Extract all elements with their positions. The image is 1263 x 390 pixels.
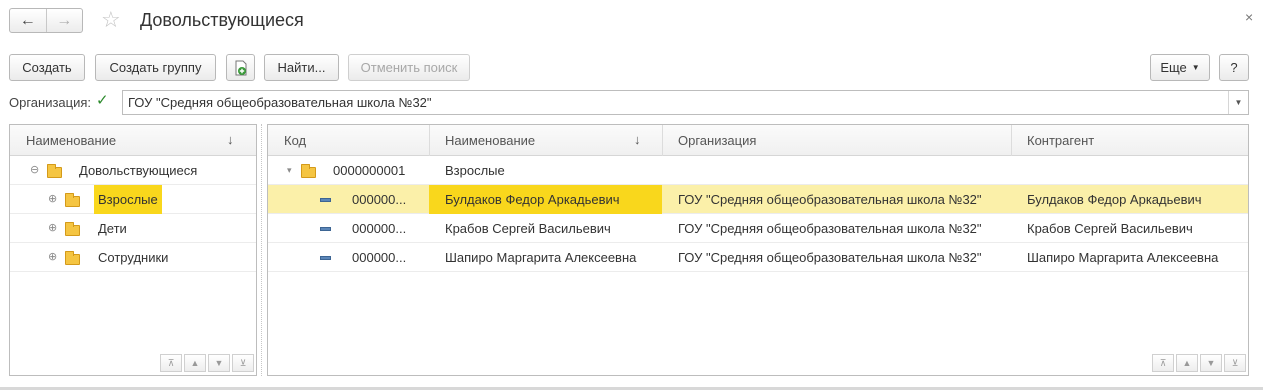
column-header-counterparty[interactable]: Контрагент [1011,125,1094,156]
item-icon [320,227,331,231]
counterparty-cell: Крабов Сергей Васильевич [1027,221,1193,236]
expand-icon[interactable]: ⊕ [48,185,57,214]
organization-cell: ГОУ "Средняя общеобразовательная школа №… [678,221,982,236]
code-cell: 000000... [352,221,407,236]
chevron-down-icon: ▼ [1191,63,1200,72]
create-button[interactable]: Создать [9,54,85,81]
favorite-star-icon[interactable]: ☆ [101,8,121,32]
scroll-last-icon[interactable]: ⊻ [1224,354,1246,372]
folder-icon [47,164,62,178]
item-icon [320,198,331,202]
sort-down-icon: ↓ [634,132,641,147]
tree-node-children[interactable]: ⊕ Дети [10,214,256,243]
expand-icon[interactable]: ⊕ [48,243,57,272]
tree-node-label: Сотрудники [98,250,169,265]
more-button[interactable]: Еще ▼ [1150,54,1210,81]
scroll-first-icon[interactable]: ⊼ [160,354,182,372]
name-cell: Взрослые [445,163,505,178]
name-cell: Крабов Сергей Васильевич [445,221,611,236]
page-title: Довольствующиеся [140,10,304,30]
list-scroll-nav: ⊼ ▲ ▼ ⊻ [1152,354,1246,372]
organization-field[interactable]: ГОУ "Средняя общеобразовательная школа №… [122,90,1249,115]
table-row[interactable]: 000000... Булдаков Федор Аркадьевич ГОУ … [268,185,1248,214]
code-cell: 000000... [352,250,407,265]
table-row[interactable]: 000000... Крабов Сергей Васильевич ГОУ "… [268,214,1248,243]
scroll-up-icon[interactable]: ▲ [1176,354,1198,372]
create-group-button[interactable]: Создать группу [95,54,216,81]
scroll-last-icon[interactable]: ⊻ [232,354,254,372]
scroll-down-icon[interactable]: ▼ [1200,354,1222,372]
tree-header-name[interactable]: Наименование [10,125,116,156]
organization-value: ГОУ "Средняя общеобразовательная школа №… [128,95,432,110]
items-list: Код Наименование ↓ Организация Контраген… [267,124,1249,376]
close-icon[interactable]: × [1245,9,1253,25]
more-label: Еще [1160,60,1187,75]
sort-down-icon: ↓ [227,132,234,147]
column-header-organization[interactable]: Организация [662,125,756,156]
tree-node-root[interactable]: ⊖ Довольствующиеся [10,156,256,185]
tree-node-staff[interactable]: ⊕ Сотрудники [10,243,256,272]
folder-icon [301,164,316,178]
code-cell: 000000... [352,192,407,207]
counterparty-cell: Шапиро Маргарита Алексеевна [1027,250,1219,265]
organization-filter-checkbox[interactable]: ✓ [96,93,111,109]
find-button[interactable]: Найти... [264,54,339,81]
tree-node-adults[interactable]: ⊕ Взрослые [10,185,256,214]
folder-icon [65,222,80,236]
tree-node-label: Дети [98,221,127,236]
cancel-search-button[interactable]: Отменить поиск [348,54,470,81]
collapse-icon[interactable]: ▾ [287,156,292,185]
organization-cell: ГОУ "Средняя общеобразовательная школа №… [678,192,982,207]
copy-button[interactable] [226,54,255,81]
tree-scroll-nav: ⊼ ▲ ▼ ⊻ [160,354,254,372]
item-icon [320,256,331,260]
collapse-icon[interactable]: ⊖ [30,156,39,185]
group-row[interactable]: ▾ 0000000001 Взрослые [268,156,1248,185]
counterparty-cell: Булдаков Федор Аркадьевич [1027,192,1202,207]
name-cell: Булдаков Федор Аркадьевич [429,185,662,214]
dropdown-arrow-icon[interactable]: ▼ [1228,91,1248,114]
history-nav: ← → [9,8,83,33]
expand-icon[interactable]: ⊕ [48,214,57,243]
list-header: Код Наименование ↓ Организация Контраген… [268,125,1248,156]
tree-header: Наименование ↓ [10,125,256,156]
organization-cell: ГОУ "Средняя общеобразовательная школа №… [678,250,982,265]
code-cell: 0000000001 [333,163,406,178]
back-arrow-icon[interactable]: ← [10,9,46,32]
forward-arrow-icon[interactable]: → [47,9,83,32]
scroll-down-icon[interactable]: ▼ [208,354,230,372]
folder-icon [65,193,80,207]
panel-splitter[interactable] [261,124,262,376]
help-button[interactable]: ? [1219,54,1249,81]
scroll-up-icon[interactable]: ▲ [184,354,206,372]
name-cell: Шапиро Маргарита Алексеевна [445,250,637,265]
column-header-code[interactable]: Код [268,125,306,156]
add-document-icon [235,60,246,75]
groups-tree: Наименование ↓ ⊖ Довольствующиеся ⊕ Взро… [9,124,257,376]
tree-node-label: Взрослые [94,185,162,214]
table-row[interactable]: 000000... Шапиро Маргарита Алексеевна ГО… [268,243,1248,272]
column-header-name[interactable]: Наименование [429,125,535,156]
folder-icon [65,251,80,265]
organization-label: Организация: [9,95,92,110]
tree-node-label: Довольствующиеся [79,163,198,178]
scroll-first-icon[interactable]: ⊼ [1152,354,1174,372]
